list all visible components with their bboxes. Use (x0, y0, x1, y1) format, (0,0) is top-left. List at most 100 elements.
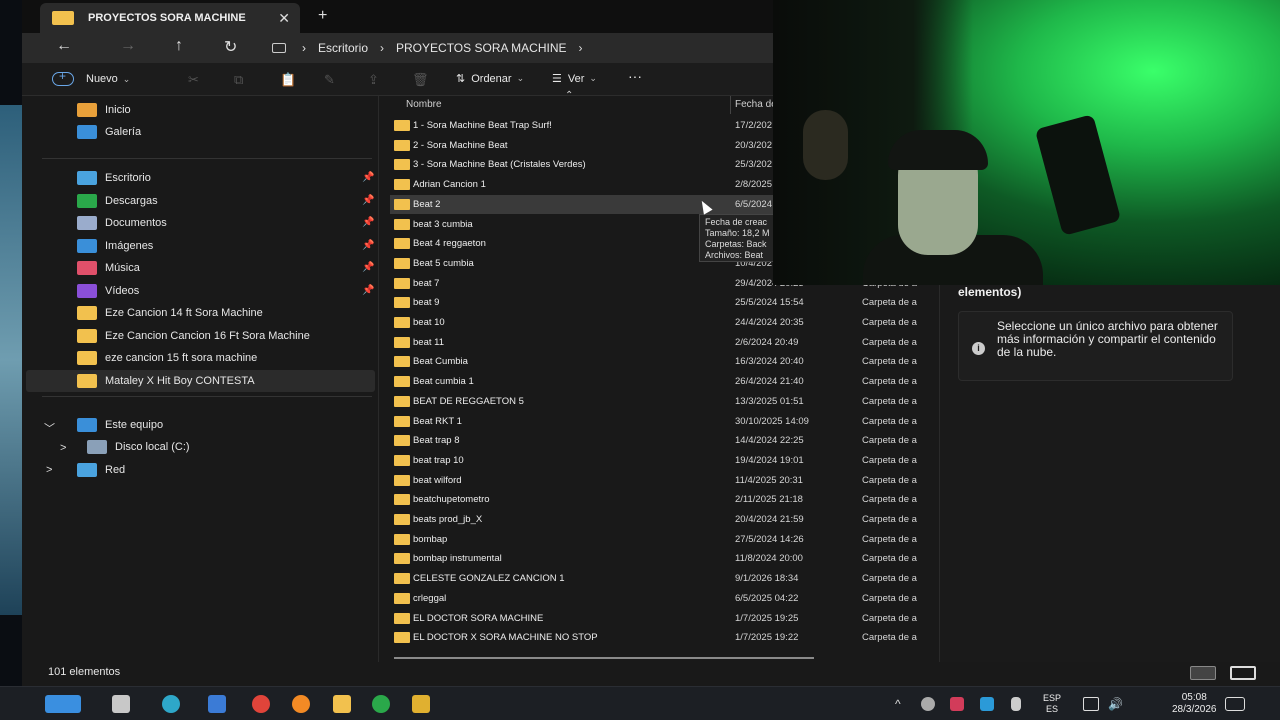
sidebar-item-label: Mataley X Hit Boy CONTESTA (105, 374, 255, 387)
details-view-icon[interactable] (1190, 666, 1216, 680)
chrome-icon[interactable] (252, 695, 270, 713)
table-row[interactable]: BEAT DE REGGAETON 5 13/3/2025 01:51 Carpet… (390, 392, 938, 411)
display-icon[interactable] (1083, 697, 1099, 711)
sidebar-item-galería[interactable]: Galería (77, 122, 141, 142)
row-name: 1 - Sora Machine Beat Trap Surf! (413, 120, 552, 131)
row-type: Carpeta de a (862, 474, 917, 486)
tray-icon[interactable] (921, 697, 935, 711)
table-row[interactable]: EL DOCTOR SORA MACHINE 1/7/2025 19:25 Carp… (390, 609, 938, 628)
row-type: Carpeta de a (862, 454, 917, 466)
table-row[interactable]: Beat RKT 1 30/10/2025 14:09 Carpeta de a (390, 412, 938, 431)
sidebar-item-este-equipo[interactable]: Este equipo (77, 415, 163, 435)
clock[interactable]: 05:08 28/3/2026 (1172, 692, 1217, 716)
up-button[interactable]: ↑ (175, 37, 183, 55)
table-row[interactable]: Beat trap 8 14/4/2024 22:25 Carpeta de a (390, 431, 938, 450)
tray-icon[interactable] (950, 697, 964, 711)
sidebar-item-label: Imágenes (105, 239, 154, 252)
table-row[interactable]: EL DOCTOR X SORA MACHINE NO STOP 1/7/2025… (390, 628, 938, 647)
forward-button[interactable]: → (120, 37, 136, 55)
table-row[interactable]: beat trap 10 19/4/2024 19:01 Carpeta de a (390, 451, 938, 470)
table-row[interactable]: Beat Cumbia 16/3/2024 20:40 Carpeta de a (390, 352, 938, 371)
sidebar-item-inicio[interactable]: Inicio (77, 100, 131, 120)
delete-icon[interactable]: 🗑 (412, 72, 429, 88)
file-explorer-icon[interactable] (333, 695, 351, 713)
chevron-up-icon[interactable]: ^ (895, 697, 901, 711)
fl-studio-icon[interactable] (292, 695, 310, 713)
back-button[interactable]: ← (56, 37, 72, 55)
refresh-button[interactable]: ↻ (224, 37, 237, 57)
cut-icon[interactable]: ✂ (188, 72, 199, 88)
row-name: beat trap 10 (413, 454, 464, 466)
table-row[interactable]: Beat cumbia 1 26/4/2024 21:40 Carpeta de a (390, 372, 938, 391)
sidebar-item-local-disk[interactable]: Disco local (C:) (87, 437, 190, 457)
chevron-right-icon[interactable]: > (60, 442, 66, 454)
breadcrumb-escritorio[interactable]: Escritorio (318, 41, 368, 55)
videos-icon (77, 283, 97, 298)
new-button[interactable]: Nuevo ⌄ (52, 69, 130, 86)
table-row[interactable]: bombap instrumental 11/8/2024 20:00 Carpet… (390, 549, 938, 568)
store-icon[interactable] (208, 695, 226, 713)
more-options-button[interactable]: ··· (628, 68, 642, 84)
expand-icon[interactable]: ﹀ (44, 420, 55, 436)
sep-icon: › (302, 41, 306, 55)
sidebar-item-folder[interactable]: eze cancion 15 ft sora machine (77, 348, 257, 368)
breadcrumb-proyectos[interactable]: PROYECTOS SORA MACHINE (396, 41, 566, 55)
row-date: 17/2/202 (735, 120, 772, 131)
security-icon[interactable] (980, 697, 994, 711)
column-divider[interactable] (730, 96, 731, 114)
edge-icon[interactable] (162, 695, 180, 713)
sidebar-item-pictures[interactable]: Imágenes (77, 236, 153, 256)
tab-proyectos[interactable]: PROYECTOS SORA MACHINE ✕ (40, 3, 300, 33)
copy-icon[interactable]: ⧉ (234, 72, 243, 88)
table-row[interactable]: CELESTE GONZALEZ CANCION 1 9/1/2026 18:34… (390, 569, 938, 588)
chevron-right-icon[interactable]: > (46, 464, 52, 476)
microphone-icon[interactable] (1011, 697, 1021, 711)
language-indicator[interactable]: ESP ES (1043, 693, 1061, 715)
gallery-icon (77, 125, 97, 139)
volume-icon[interactable]: 🔊 (1108, 697, 1123, 711)
taskview-icon[interactable] (112, 695, 130, 713)
view-button[interactable]: ☰ Ver ⌄ (552, 72, 597, 86)
pin-icon[interactable]: 📌 (362, 240, 374, 251)
table-row[interactable]: beatchupetometro 2/11/2025 21:18 Carpeta d… (390, 490, 938, 509)
sidebar-item-folder[interactable]: Mataley X Hit Boy CONTESTA (77, 371, 255, 391)
table-row[interactable]: beat 11 2/6/2024 20:49 Carpeta de a (390, 333, 938, 352)
table-row[interactable]: crleggal 6/5/2025 04:22 Carpeta de a (390, 589, 938, 608)
sidebar-item-music[interactable]: Música (77, 258, 140, 278)
table-row[interactable]: bombap 27/5/2024 14:26 Carpeta de a (390, 530, 938, 549)
sort-button[interactable]: ⇅ Ordenar ⌄ (456, 72, 524, 86)
pin-icon[interactable]: 📌 (362, 195, 374, 206)
row-name: beat 3 cumbia (413, 218, 473, 230)
paste-icon[interactable]: 📋 (280, 72, 296, 88)
pin-icon[interactable]: 📌 (362, 262, 374, 273)
start-icon[interactable] (45, 695, 81, 713)
sidebar-item-folder[interactable]: Eze Cancion Cancion 16 Ft Sora Machine (77, 326, 310, 346)
sidebar-item-folder[interactable]: Eze Cancion 14 ft Sora Machine (77, 303, 263, 323)
row-name: beat 9 (413, 297, 440, 309)
new-tab-button[interactable]: + (318, 7, 327, 25)
pane-splitter[interactable] (378, 96, 379, 666)
folder-icon (394, 494, 410, 506)
table-row[interactable]: beats prod_jb_X 20/4/2024 21:59 Carpeta de… (390, 510, 938, 529)
share-icon[interactable]: ⇪ (368, 72, 379, 88)
row-date: 14/4/2024 22:25 (735, 435, 804, 447)
notifications-icon[interactable] (1225, 697, 1245, 711)
sidebar-item-downloads[interactable]: Descargas (77, 191, 158, 211)
app-icon[interactable] (412, 695, 430, 713)
sidebar-item-documents[interactable]: Documentos (77, 213, 167, 233)
tiles-view-icon[interactable] (1230, 666, 1256, 680)
horizontal-scrollbar[interactable] (394, 657, 814, 659)
table-row[interactable]: beat wilford 11/4/2025 20:31 Carpeta de a (390, 471, 938, 490)
rename-icon[interactable]: ✎ (324, 72, 335, 88)
sidebar-item-desktop[interactable]: Escritorio (77, 168, 151, 188)
close-icon[interactable]: ✕ (278, 10, 290, 27)
app-icon[interactable] (372, 695, 390, 713)
pin-icon[interactable]: 📌 (362, 217, 374, 228)
chevron-down-icon: ⌄ (589, 73, 597, 83)
sidebar-item-videos[interactable]: Vídeos (77, 281, 139, 301)
sidebar-item-red[interactable]: Red (77, 460, 125, 480)
pin-icon[interactable]: 📌 (362, 285, 374, 296)
pin-icon[interactable]: 📌 (362, 172, 374, 183)
table-row[interactable]: beat 10 24/4/2024 20:35 Carpeta de a (390, 313, 938, 332)
table-row[interactable]: beat 9 25/5/2024 15:54 Carpeta de a (390, 293, 938, 312)
